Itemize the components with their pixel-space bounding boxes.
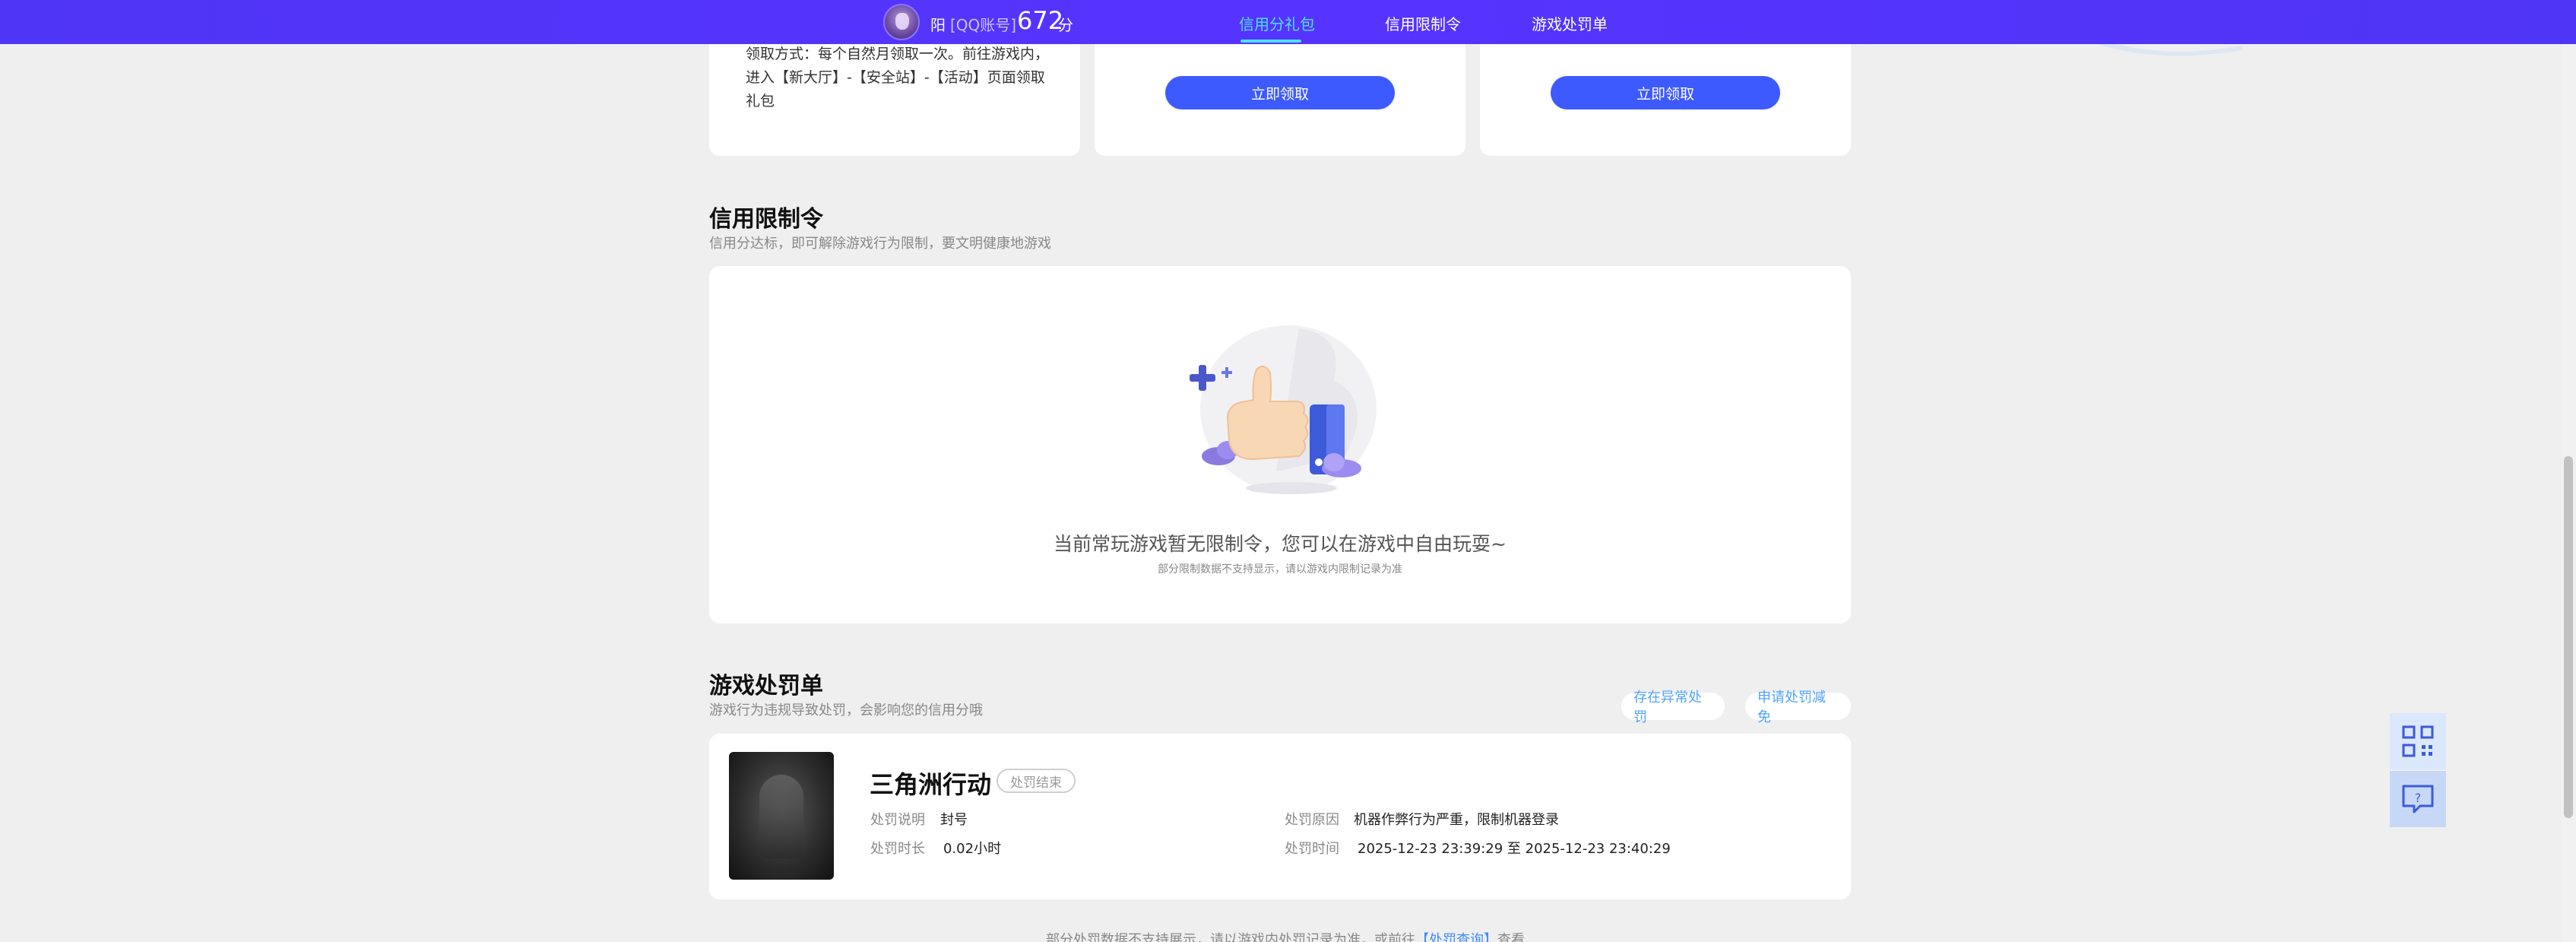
- empty-state-note: 部分限制数据不支持显示，请以游戏内限制记录为准: [1158, 563, 1402, 576]
- tab-credit-gift[interactable]: 信用分礼包: [1239, 12, 1315, 34]
- penalty-desc-value: 封号: [940, 812, 968, 828]
- claim-button[interactable]: 立即领取: [1165, 76, 1395, 109]
- section-subtitle-penalty: 游戏行为违规导致处罚，会影响您的信用分哦: [709, 703, 983, 718]
- gift-claim-instructions: 领取方式：每个自然月领取一次。前往游戏内，进入【新大厅】-【安全站】-【活动】页…: [746, 46, 1050, 109]
- footer-note-suffix: 查看: [1497, 932, 1525, 942]
- penalty-reason-label: 处罚原因: [1285, 812, 1339, 828]
- svg-text:?: ?: [2415, 791, 2422, 805]
- restriction-empty-card: 当前常玩游戏暂无限制令，您可以在游戏中自由玩耍~ 部分限制数据不支持显示，请以游…: [709, 266, 1851, 623]
- user-name: 阳: [930, 16, 946, 34]
- appeal-penalty-button[interactable]: 申请处罚减免: [1745, 690, 1851, 725]
- penalty-duration-label: 处罚时长: [870, 841, 925, 857]
- avatar[interactable]: [883, 4, 920, 40]
- penalty-time-value: 2025-12-23 23:39:29 至 2025-12-23 23:40:2…: [1358, 841, 1671, 857]
- tab-game-penalty[interactable]: 游戏处罚单: [1532, 12, 1608, 34]
- credit-score: 672: [1017, 6, 1064, 35]
- active-tab-indicator: [1240, 40, 1301, 43]
- credit-score-unit: 分: [1058, 16, 1073, 34]
- penalty-footer-note: 部分处罚数据不支持展示，请以游戏内处罚记录为准，或前往【处罚查询】查看: [1046, 929, 1525, 942]
- feedback-icon: ?: [2402, 785, 2434, 814]
- user-info: 阳 [QQ账号]: [930, 13, 1016, 35]
- section-title-penalty: 游戏处罚单: [709, 673, 823, 699]
- game-thumbnail: [729, 752, 834, 880]
- scrollbar-thumb[interactable]: [2564, 456, 2573, 818]
- penalty-desc-label: 处罚说明: [870, 812, 925, 828]
- penalty-reason-value: 机器作弊行为严重，限制机器登录: [1354, 812, 1559, 828]
- top-nav-bar: 阳 [QQ账号] 672 分 信用分礼包 信用限制令 游戏处罚单: [0, 0, 2576, 44]
- penalty-query-link[interactable]: 【处罚查询】: [1415, 932, 1497, 942]
- account-type: [QQ账号]: [950, 16, 1017, 34]
- section-title-restriction: 信用限制令: [709, 206, 823, 233]
- claim-button[interactable]: 立即领取: [1551, 76, 1780, 109]
- qr-code-button[interactable]: [2390, 713, 2446, 769]
- feedback-button[interactable]: ?: [2390, 771, 2446, 827]
- section-subtitle-restriction: 信用分达标，即可解除游戏行为限制，要文明健康地游戏: [709, 236, 1051, 252]
- empty-state-message: 当前常玩游戏暂无限制令，您可以在游戏中自由玩耍~: [1054, 533, 1507, 555]
- penalty-duration-value: 0.02小时: [943, 841, 1002, 857]
- abnormal-penalty-button[interactable]: 存在异常处罚: [1621, 690, 1725, 725]
- footer-note-text: 部分处罚数据不支持展示，请以游戏内处罚记录为准，或前往: [1046, 932, 1415, 942]
- tab-credit-restriction[interactable]: 信用限制令: [1385, 12, 1461, 34]
- penalty-card[interactable]: 三角洲行动 处罚结束 处罚说明 封号 处罚时长 0.02小时 处罚原因 机器作弊…: [709, 734, 1851, 899]
- game-name: 三角洲行动: [870, 770, 992, 799]
- thumbs-up-illustration: [1190, 325, 1377, 494]
- penalty-time-label: 处罚时间: [1285, 841, 1339, 857]
- status-badge: 处罚结束: [996, 769, 1076, 793]
- qr-code-icon: [2402, 725, 2434, 757]
